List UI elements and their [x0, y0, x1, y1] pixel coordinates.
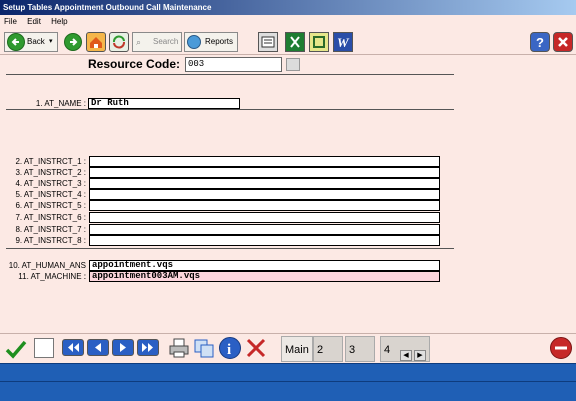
at-name-input[interactable]: Dr Ruth [88, 98, 240, 109]
at-instrct-2-input[interactable] [89, 167, 440, 178]
delete-icon[interactable] [245, 337, 267, 359]
at-instrct-6-input[interactable] [89, 212, 440, 223]
at-instrct-6-label: 7. AT_INSTRCT_6 : [15, 213, 86, 222]
at-instrct-4-input[interactable] [89, 189, 440, 200]
at-instrct-5-label: 6. AT_INSTRCT_5 : [15, 201, 86, 210]
menu-edit[interactable]: Edit [23, 15, 45, 29]
divider [6, 248, 454, 249]
toolbar: Back ▾ ⌕ Search Reports W ? [0, 29, 576, 55]
at-instrct-3-label: 4. AT_INSTRCT_3 : [15, 179, 86, 188]
exit-icon[interactable] [550, 337, 572, 359]
checkbox[interactable] [34, 338, 54, 358]
divider [6, 109, 454, 110]
divider [6, 74, 454, 75]
at-instrct-3-input[interactable] [89, 178, 440, 189]
at-instrct-5-input[interactable] [89, 200, 440, 211]
search-button[interactable]: ⌕ Search [132, 32, 182, 52]
home-icon[interactable] [86, 32, 106, 52]
tab-scroll-left-icon[interactable]: ◀ [400, 350, 412, 361]
tab-scroll-right-icon[interactable]: ▶ [414, 350, 426, 361]
help-icon[interactable]: ? [530, 32, 550, 52]
check-icon[interactable] [4, 337, 28, 361]
svg-text:W: W [337, 35, 350, 50]
at-machine-input[interactable]: appointment003AM.vqs [89, 271, 440, 282]
at-instrct-7-label: 8. AT_INSTRCT_7 : [15, 225, 86, 234]
menu-bar: File Edit Help [0, 15, 576, 29]
at-name-label: 1. AT_NAME : [35, 99, 86, 108]
back-button[interactable]: Back ▾ [4, 32, 58, 52]
at-human-ans-input[interactable]: appointment.vqs [89, 260, 440, 271]
svg-text:i: i [227, 342, 231, 358]
info-icon[interactable]: i [219, 337, 241, 359]
menu-file[interactable]: File [0, 15, 21, 29]
back-label: Back [27, 37, 45, 46]
search-label: Search [153, 37, 179, 46]
word-icon[interactable]: W [333, 32, 353, 52]
back-dropdown-icon[interactable]: ▾ [49, 33, 53, 51]
resource-code-input[interactable]: 003 [185, 57, 282, 72]
menu-help[interactable]: Help [47, 15, 71, 29]
at-instrct-4-label: 5. AT_INSTRCT_4 : [15, 190, 86, 199]
at-instrct-8-label: 9. AT_INSTRCT_8 : [15, 236, 86, 245]
resource-lookup-button[interactable] [286, 58, 300, 71]
status-bar [0, 363, 576, 381]
at-instrct-8-input[interactable] [89, 235, 440, 246]
at-instrct-1-label: 2. AT_INSTRCT_1 : [15, 157, 86, 166]
search-icon: ⌕ [136, 37, 142, 47]
back-arrow-icon [7, 33, 25, 51]
reports-icon [187, 35, 201, 49]
resource-code-label: Resource Code: [88, 57, 181, 71]
print-icon[interactable] [168, 337, 190, 359]
last-record-icon[interactable] [137, 339, 159, 356]
tab-2[interactable]: 2 [313, 336, 343, 362]
window-title: Setup Tables Appointment Outbound Call M… [3, 3, 212, 12]
first-record-icon[interactable] [62, 339, 84, 356]
excel-icon[interactable] [285, 32, 305, 52]
forward-arrow-icon[interactable] [64, 33, 82, 51]
reports-button[interactable]: Reports [184, 32, 238, 52]
reports-label: Reports [205, 37, 234, 46]
publisher-icon[interactable] [309, 32, 329, 52]
at-instrct-2-label: 3. AT_INSTRCT_2 : [15, 168, 86, 177]
next-record-icon[interactable] [112, 339, 134, 356]
status-bar-lower [0, 381, 576, 401]
close-icon[interactable] [553, 32, 573, 52]
bottom-toolbar: i Main 2 3 4 ◀ ▶ [0, 333, 576, 363]
svg-text:?: ? [536, 35, 544, 50]
copy-icon[interactable] [193, 337, 215, 359]
fax-icon[interactable] [258, 32, 278, 52]
at-instrct-7-input[interactable] [89, 224, 440, 235]
title-bar: Setup Tables Appointment Outbound Call M… [0, 0, 576, 15]
refresh-icon[interactable] [109, 32, 129, 52]
previous-record-icon[interactable] [87, 339, 109, 356]
at-machine-label: 11. AT_MACHINE : [18, 272, 86, 281]
at-instrct-1-input[interactable] [89, 156, 440, 167]
tab-3[interactable]: 3 [345, 336, 375, 362]
tab-main[interactable]: Main [281, 336, 313, 362]
